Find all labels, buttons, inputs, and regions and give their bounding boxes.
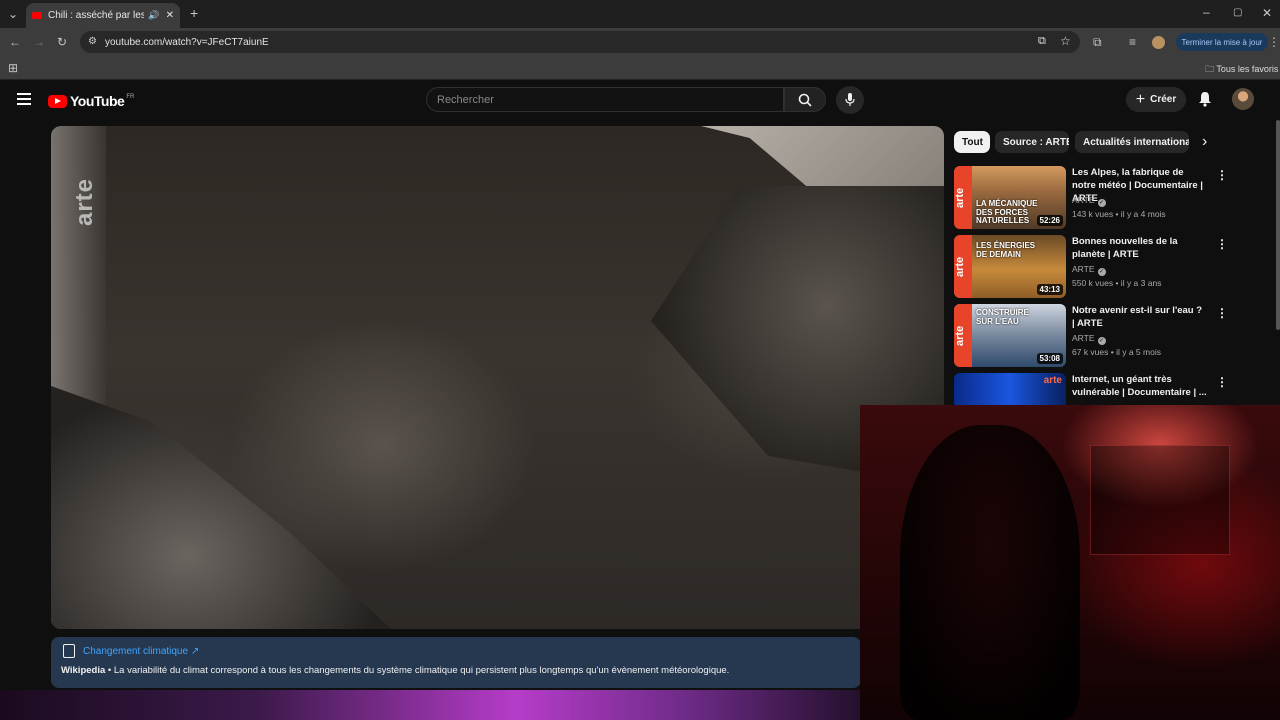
channel-name[interactable]: ARTE ✓: [1072, 264, 1106, 276]
audio-icon[interactable]: 🔊: [148, 10, 159, 21]
create-label: Créer: [1150, 94, 1177, 105]
close-window-icon[interactable]: ✕: [1262, 7, 1272, 19]
browser-toolbar: ← → ↻ ⚙ youtube.com/watch?v=JFeCT7aiunE …: [0, 28, 1280, 56]
bottom-overlay-strip: [0, 690, 860, 720]
account-avatar[interactable]: [1232, 88, 1254, 110]
more-actions-icon[interactable]: ⋮: [1216, 237, 1228, 251]
search-icon: [798, 93, 812, 107]
youtube-play-icon: [48, 94, 67, 108]
arte-watermark: arte: [71, 177, 98, 226]
channel-name[interactable]: ARTE ✓: [1072, 195, 1106, 207]
video-frame-debris: [51, 386, 391, 629]
verified-check-icon: ✓: [1097, 199, 1106, 207]
create-button[interactable]: + Créer: [1126, 87, 1186, 112]
chip-international-news[interactable]: Actualités internationales: [1075, 131, 1189, 153]
webcam-background-monitor: [1090, 445, 1230, 555]
search-button[interactable]: [784, 87, 826, 112]
site-info-icon[interactable]: ⚙: [88, 36, 97, 47]
webcam-overlay: [860, 405, 1280, 720]
video-title[interactable]: Bonnes nouvelles de la planète | ARTE: [1072, 235, 1207, 261]
verified-check-icon: ✓: [1097, 268, 1106, 276]
arte-thumb-logo: arte: [954, 235, 972, 298]
info-panel-text: Wikipedia • La variabilité du climat cor…: [61, 665, 729, 676]
youtube-logo[interactable]: YouTube FR: [48, 93, 134, 109]
chevron-right-icon[interactable]: ›: [1202, 133, 1207, 151]
microphone-icon: [845, 93, 855, 106]
webcam-person-silhouette: [900, 425, 1080, 720]
thumbnail-caption: LES ÉNERGIES DE DEMAIN: [976, 241, 1036, 259]
chip-all[interactable]: Tout: [954, 131, 990, 153]
video-duration: 52:26: [1036, 215, 1063, 226]
document-icon: [63, 644, 75, 658]
info-panel[interactable]: Changement climatique ↗ Wikipedia • La v…: [51, 637, 861, 688]
video-duration: 53:08: [1036, 353, 1063, 364]
chip-source-arte[interactable]: Source : ARTE: [995, 131, 1069, 153]
more-actions-icon[interactable]: ⋮: [1216, 168, 1228, 182]
recommendation-item[interactable]: arte LES ÉNERGIES DE DEMAIN 43:13 Bonnes…: [954, 235, 1274, 299]
apps-grid-icon[interactable]: ⊞: [8, 62, 18, 74]
more-actions-icon[interactable]: ⋮: [1216, 375, 1228, 389]
recommendation-item[interactable]: arte CONSTRUIRE SUR L'EAU 53:08 Notre av…: [954, 304, 1274, 368]
info-panel-title[interactable]: Changement climatique ↗: [83, 646, 199, 657]
tab-title: Chili : asséché par les data c: [48, 10, 145, 21]
arte-thumb-logo: arte: [1043, 375, 1062, 386]
update-button[interactable]: Terminer la mise à jour: [1176, 33, 1268, 51]
video-meta: 67 k vues • il y a 5 mois: [1072, 347, 1161, 357]
video-meta: 143 k vues • il y a 4 mois: [1072, 209, 1166, 219]
bookmark-star-icon[interactable]: ☆: [1060, 34, 1071, 48]
new-tab-icon[interactable]: +: [190, 6, 198, 20]
browser-tab[interactable]: Chili : asséché par les data c 🔊 ✕: [26, 3, 180, 28]
install-app-icon[interactable]: ⧉: [1038, 35, 1046, 48]
media-controls-icon[interactable]: ≡: [1129, 36, 1136, 48]
scrollbar[interactable]: [1276, 120, 1280, 330]
channel-name[interactable]: ARTE ✓: [1072, 333, 1106, 345]
more-actions-icon[interactable]: ⋮: [1216, 306, 1228, 320]
minimize-icon[interactable]: –: [1203, 6, 1210, 18]
menu-kebab-icon[interactable]: ⋮: [1268, 36, 1280, 48]
video-thumbnail[interactable]: arte CONSTRUIRE SUR L'EAU 53:08: [954, 304, 1066, 367]
verified-check-icon: ✓: [1097, 337, 1106, 345]
video-title[interactable]: Notre avenir est-il sur l'eau ? | ARTE: [1072, 304, 1207, 330]
video-duration: 43:13: [1036, 284, 1063, 295]
all-bookmarks-folder[interactable]: 🗀 Tous les favoris: [1205, 62, 1278, 78]
info-panel-source: Wikipedia: [61, 665, 106, 676]
country-code: FR: [126, 94, 135, 100]
reload-icon[interactable]: ↻: [57, 36, 67, 48]
close-tab-icon[interactable]: ✕: [166, 10, 174, 21]
thumbnail-caption: LA MÉCANIQUE DES FORCES NATURELLES: [976, 199, 1038, 225]
video-player[interactable]: arte: [51, 126, 944, 629]
channel-label: ARTE: [1072, 264, 1095, 274]
logo-text: YouTube: [70, 93, 125, 109]
video-thumbnail[interactable]: arte LES ÉNERGIES DE DEMAIN 43:13: [954, 235, 1066, 298]
arte-thumb-logo: arte: [954, 166, 972, 229]
channel-label: ARTE: [1072, 195, 1095, 205]
url-text: youtube.com/watch?v=JFeCT7aiunE: [105, 36, 269, 48]
browser-tab-bar: ⌄ Chili : asséché par les data c 🔊 ✕ + –…: [0, 0, 1280, 28]
left-gutter: [0, 120, 51, 690]
notifications-bell-icon[interactable]: [1198, 91, 1212, 107]
search-input[interactable]: Rechercher: [426, 87, 784, 112]
hamburger-menu-icon[interactable]: [17, 93, 31, 105]
folder-icon: 🗀: [1205, 64, 1217, 74]
bookmarks-bar: ⊞ 🗀 Tous les favoris: [0, 56, 1280, 80]
profile-avatar[interactable]: [1152, 36, 1165, 49]
video-meta: 550 k vues • il y a 3 ans: [1072, 278, 1162, 288]
voice-search-button[interactable]: [836, 86, 864, 114]
arte-thumb-logo: arte: [954, 304, 972, 367]
address-bar[interactable]: ⚙ youtube.com/watch?v=JFeCT7aiunE ⧉ ☆: [80, 31, 1080, 53]
video-thumbnail[interactable]: arte LA MÉCANIQUE DES FORCES NATURELLES …: [954, 166, 1066, 229]
all-bookmarks-label: Tous les favoris: [1216, 64, 1279, 74]
recommendation-item[interactable]: arte LA MÉCANIQUE DES FORCES NATURELLES …: [954, 166, 1274, 230]
youtube-favicon-icon: [32, 12, 42, 19]
info-panel-body: • La variabilité du climat correspond à …: [105, 665, 730, 676]
maximize-icon[interactable]: ▢: [1233, 7, 1242, 19]
video-title[interactable]: Internet, un géant très vulnérable | Doc…: [1072, 373, 1207, 399]
extensions-icon[interactable]: ⧉: [1093, 36, 1102, 48]
plus-icon: +: [1135, 90, 1146, 108]
tab-search-icon[interactable]: ⌄: [8, 8, 18, 20]
back-icon[interactable]: ←: [9, 36, 21, 48]
forward-icon[interactable]: →: [33, 36, 45, 48]
thumbnail-caption: CONSTRUIRE SUR L'EAU: [976, 308, 1029, 326]
channel-label: ARTE: [1072, 333, 1095, 343]
